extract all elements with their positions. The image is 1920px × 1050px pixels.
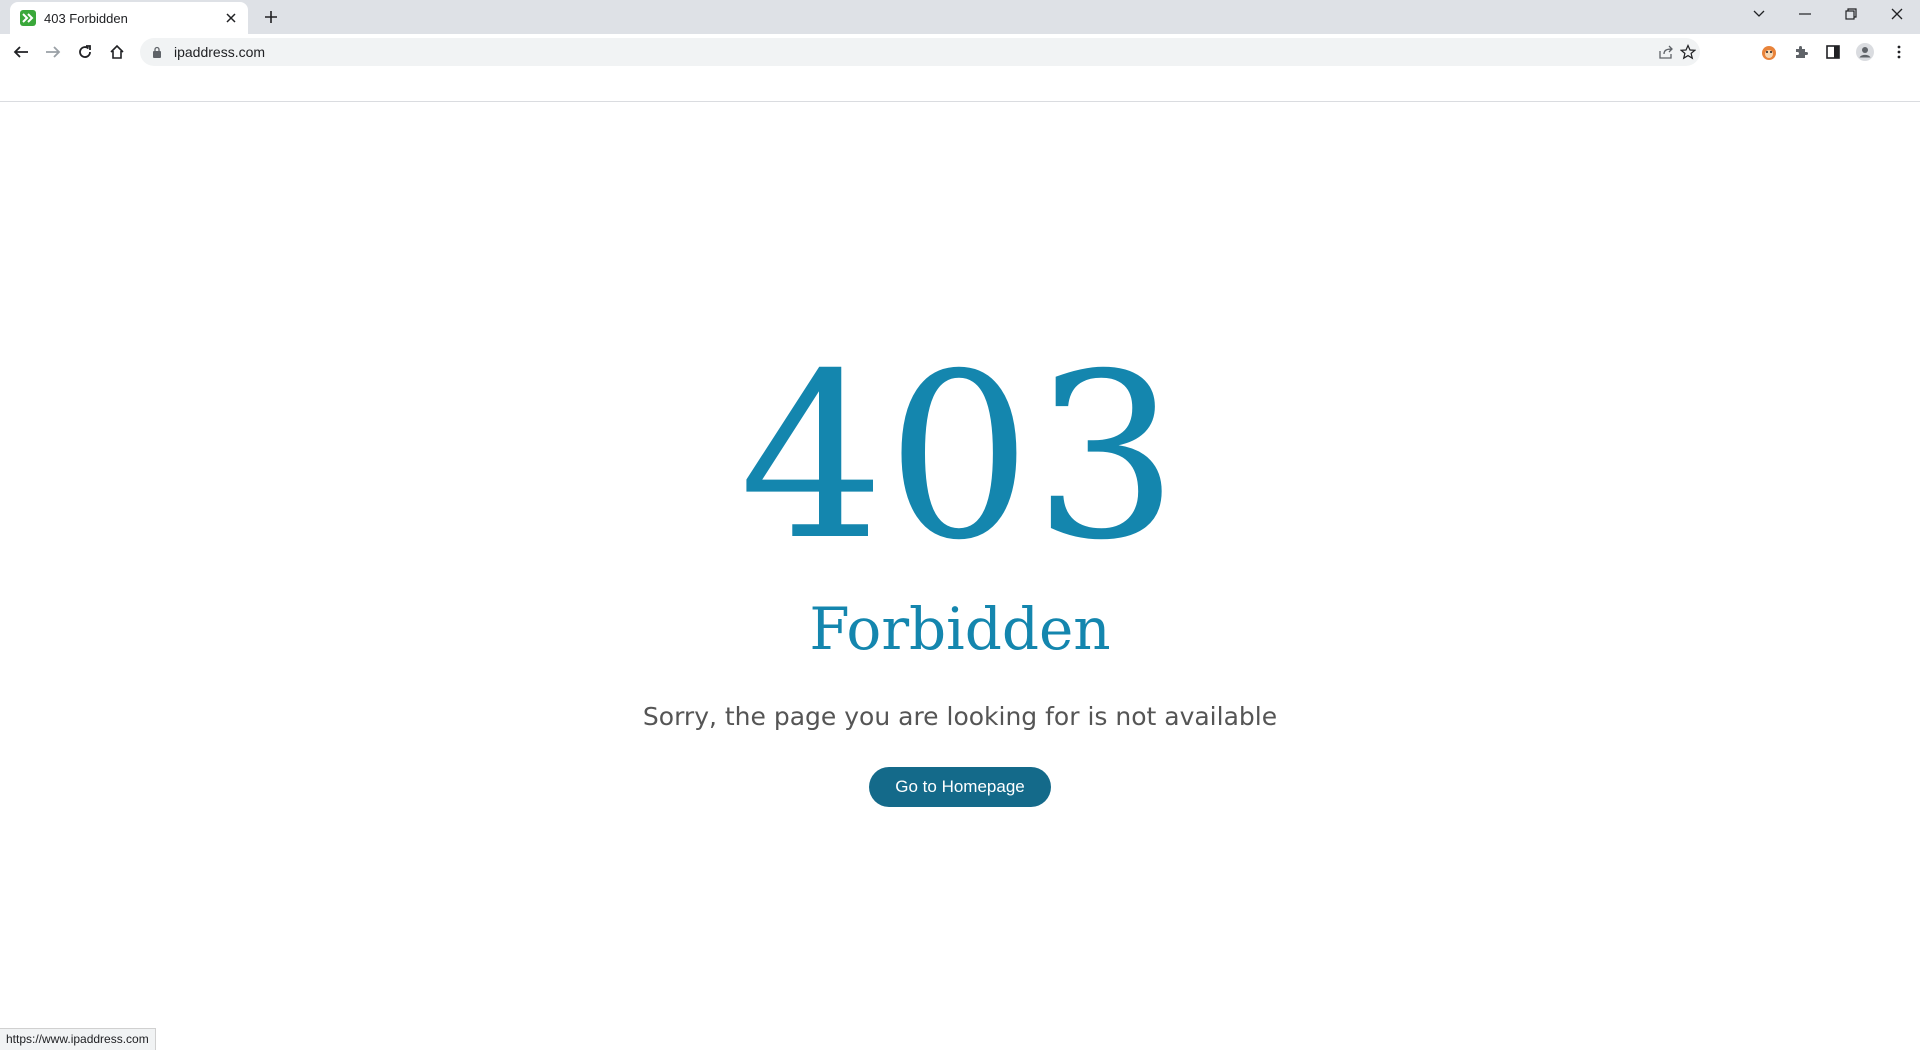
- reload-icon[interactable]: [70, 37, 100, 67]
- extensions-puzzle-icon[interactable]: [1786, 37, 1816, 67]
- address-bar-url[interactable]: ipaddress.com: [174, 38, 265, 66]
- restore-icon[interactable]: [1828, 0, 1874, 28]
- extension-fox-icon[interactable]: [1754, 37, 1784, 67]
- share-icon[interactable]: [1656, 42, 1676, 62]
- back-arrow-icon[interactable]: [6, 37, 36, 67]
- error-code: 403: [739, 324, 1181, 590]
- side-panel-icon[interactable]: [1818, 37, 1848, 67]
- home-icon[interactable]: [102, 37, 132, 67]
- new-tab-icon[interactable]: [260, 6, 282, 28]
- go-to-homepage-button[interactable]: Go to Homepage: [869, 767, 1051, 807]
- site-favicon-icon: [20, 10, 36, 26]
- tab-title: 403 Forbidden: [44, 10, 128, 26]
- tab-strip: 403 Forbidden: [0, 0, 1920, 34]
- profile-avatar-icon[interactable]: [1850, 37, 1880, 67]
- lock-icon[interactable]: [150, 45, 164, 59]
- browser-tab[interactable]: 403 Forbidden: [10, 2, 248, 34]
- link-status-bubble: https://www.ipaddress.com: [0, 1028, 156, 1050]
- address-bar[interactable]: ipaddress.com: [140, 38, 1700, 66]
- error-title: Forbidden: [809, 595, 1111, 663]
- minimize-icon[interactable]: [1782, 0, 1828, 28]
- page-content: 403 Forbidden Sorry, the page you are lo…: [0, 103, 1920, 1050]
- bookmark-star-icon[interactable]: [1678, 42, 1698, 62]
- forward-arrow-icon[interactable]: [38, 37, 68, 67]
- close-tab-icon[interactable]: [222, 9, 240, 27]
- error-message: Sorry, the page you are looking for is n…: [642, 702, 1278, 731]
- browser-toolbar: ipaddress.com: [0, 34, 1920, 102]
- tab-search-chevron-icon[interactable]: [1736, 0, 1782, 28]
- close-window-icon[interactable]: [1874, 0, 1920, 28]
- menu-kebab-icon[interactable]: [1884, 37, 1914, 67]
